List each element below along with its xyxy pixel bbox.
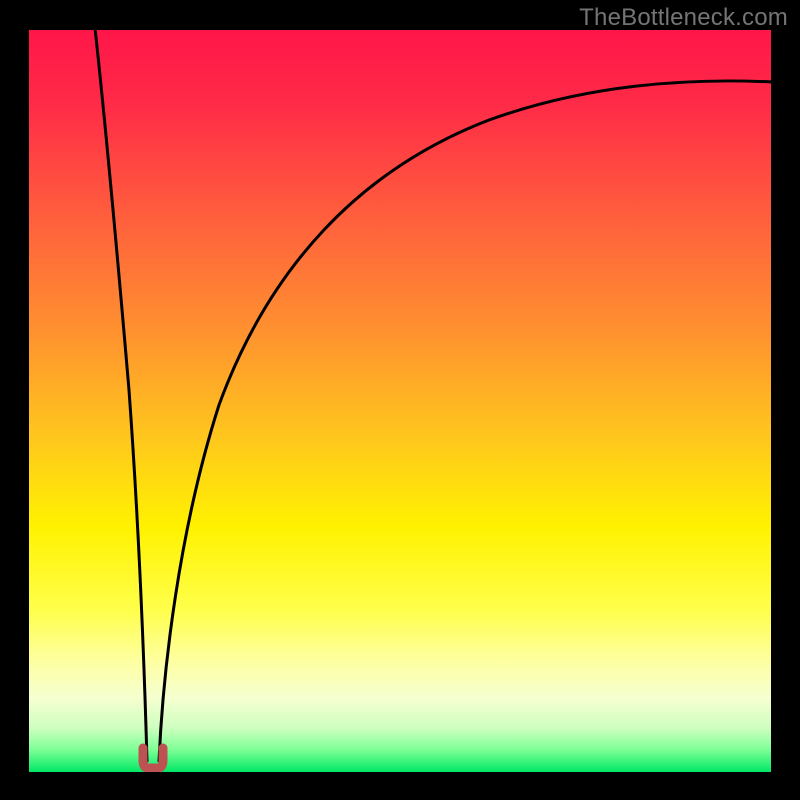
- watermark-text: TheBottleneck.com: [579, 4, 788, 32]
- right-curve: [159, 81, 771, 761]
- left-curve: [95, 30, 147, 761]
- minimum-u-marker: [143, 748, 163, 768]
- curve-layer: [29, 30, 771, 772]
- chart-frame: TheBottleneck.com: [0, 0, 800, 800]
- plot-area: [29, 30, 771, 772]
